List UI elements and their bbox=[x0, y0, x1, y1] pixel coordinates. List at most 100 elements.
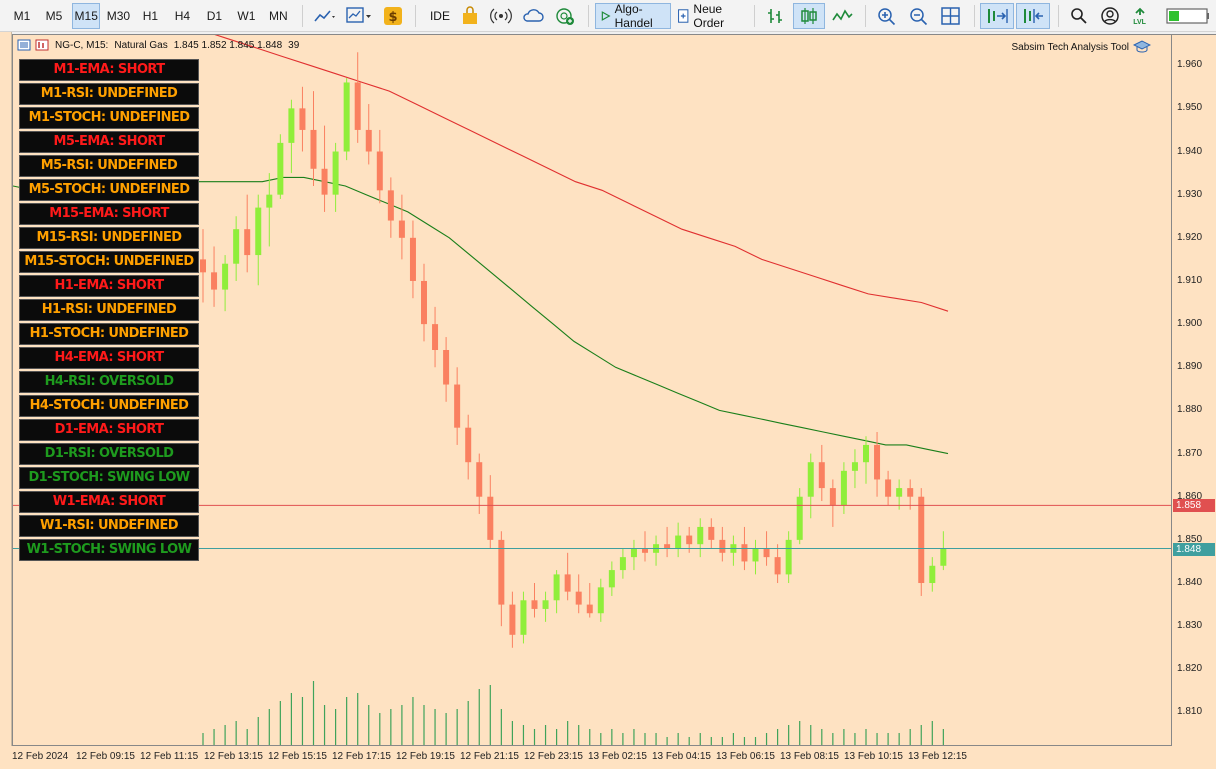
time-tick-label: 12 Feb 17:15 bbox=[332, 751, 391, 762]
zoom-in-button[interactable] bbox=[872, 3, 902, 29]
candle-body bbox=[531, 600, 538, 609]
autoscroll-button[interactable] bbox=[980, 2, 1015, 29]
time-tick-label: 12 Feb 09:15 bbox=[76, 751, 135, 762]
chart-shift-button[interactable] bbox=[1016, 2, 1051, 29]
toolbar-separator bbox=[973, 4, 975, 27]
price-tick-label: 1.840 bbox=[1177, 577, 1203, 589]
toolbar-separator bbox=[864, 4, 866, 27]
autoscroll-icon bbox=[988, 8, 1009, 23]
line-chart-button[interactable] bbox=[827, 3, 857, 29]
candle-body bbox=[642, 548, 648, 553]
candle-body bbox=[741, 544, 748, 562]
vps-button[interactable] bbox=[518, 3, 548, 29]
zoom-out-icon bbox=[909, 7, 927, 25]
account-button[interactable] bbox=[1095, 3, 1125, 29]
candle-body bbox=[520, 600, 527, 635]
algo-trading-button[interactable]: Algo-Handel bbox=[594, 1, 671, 30]
candle-body bbox=[443, 350, 450, 385]
signal-label: W1-STOCH: SWING LOW bbox=[19, 539, 199, 561]
candle-body bbox=[608, 570, 615, 588]
timeframe-h1[interactable]: H1 bbox=[136, 3, 164, 29]
candle-body bbox=[863, 444, 869, 463]
candlestick-button[interactable] bbox=[792, 2, 825, 29]
candle-body bbox=[398, 220, 405, 238]
signals-button[interactable] bbox=[486, 3, 516, 29]
time-tick-label: 12 Feb 2024 bbox=[12, 751, 69, 762]
algo-trading-label: Algo-Handel bbox=[614, 1, 653, 30]
chart-window[interactable]: NG-C, M15: Natural Gas 1.845 1.852 1.845… bbox=[12, 34, 1172, 746]
new-order-label: Neue Order bbox=[693, 1, 725, 30]
chart-symbol: NG-C, M15: bbox=[55, 39, 109, 51]
ide-label: IDE bbox=[429, 8, 450, 23]
price-tick-label: 1.930 bbox=[1177, 188, 1203, 200]
battery-icon bbox=[1166, 7, 1209, 24]
candle-body bbox=[686, 535, 693, 545]
search-button[interactable] bbox=[1065, 3, 1093, 29]
chart-description: Natural Gas bbox=[114, 39, 168, 51]
market-button[interactable] bbox=[456, 3, 484, 29]
signal-label: M5-STOCH: UNDEFINED bbox=[19, 179, 199, 201]
candle-body bbox=[343, 82, 350, 152]
candle-body bbox=[885, 479, 892, 497]
timeframe-w1[interactable]: W1 bbox=[232, 3, 260, 29]
timeframe-m15[interactable]: M15 bbox=[72, 2, 101, 29]
timeframe-d1[interactable]: D1 bbox=[200, 3, 228, 29]
chart-type-icon[interactable] bbox=[35, 39, 49, 51]
price-axis[interactable]: 1.960 1.950 1.940 1.930 1.920 1.910 1.900 1.890… bbox=[1172, 34, 1216, 746]
time-tick-label: 12 Feb 23:15 bbox=[524, 751, 583, 762]
zoom-out-button[interactable] bbox=[904, 3, 934, 29]
broadcast-icon bbox=[490, 8, 512, 23]
timeframe-mn[interactable]: MN bbox=[264, 3, 292, 29]
timeframe-m1[interactable]: M1 bbox=[8, 3, 36, 29]
ide-button[interactable]: IDE bbox=[422, 3, 454, 29]
graduation-cap-icon bbox=[1133, 40, 1151, 53]
time-tick-label: 12 Feb 15:15 bbox=[268, 751, 327, 762]
user-icon bbox=[1101, 6, 1119, 25]
chart-menu-icon[interactable] bbox=[17, 39, 31, 51]
time-tick-label: 13 Feb 12:15 bbox=[908, 751, 967, 762]
toolbar-separator bbox=[1058, 4, 1060, 27]
svg-text:$: $ bbox=[389, 10, 398, 25]
candle-body bbox=[376, 151, 383, 191]
indicators-button[interactable] bbox=[309, 3, 339, 29]
new-order-button[interactable]: Neue Order bbox=[673, 1, 746, 30]
grid-icon bbox=[940, 6, 960, 25]
price-tick-label: 1.830 bbox=[1177, 620, 1203, 632]
candle-body bbox=[299, 108, 306, 130]
price-tick-label: 1.890 bbox=[1177, 361, 1203, 373]
candle-body bbox=[630, 548, 637, 558]
market-watch-button[interactable] bbox=[550, 3, 580, 29]
signal-label: D1-STOCH: SWING LOW bbox=[19, 467, 199, 489]
chart-ohlc: 1.845 1.852 1.845 1.848 bbox=[173, 39, 283, 51]
timeframe-m30[interactable]: M30 bbox=[104, 3, 132, 29]
bar-chart-button[interactable] bbox=[761, 3, 791, 29]
templates-button[interactable] bbox=[341, 3, 377, 29]
depot-button[interactable]: $ bbox=[379, 3, 407, 29]
candle-body bbox=[409, 237, 416, 281]
price-tick-label: 1.820 bbox=[1177, 663, 1203, 675]
candle-body bbox=[664, 544, 671, 549]
shopping-bag-icon bbox=[462, 5, 477, 24]
candle-body bbox=[288, 108, 295, 143]
time-tick-label: 13 Feb 02:15 bbox=[588, 751, 647, 762]
candle-body bbox=[807, 462, 814, 497]
toolbar-separator bbox=[302, 4, 304, 27]
candle-body bbox=[266, 194, 273, 208]
price-tick-label: 1.940 bbox=[1177, 145, 1203, 157]
timeframe-h4[interactable]: H4 bbox=[168, 3, 196, 29]
candle-body bbox=[476, 462, 483, 497]
candle-body bbox=[829, 488, 836, 506]
time-tick-label: 13 Feb 04:15 bbox=[652, 751, 711, 762]
tile-windows-button[interactable] bbox=[936, 3, 966, 29]
price-tick-label: 1.870 bbox=[1177, 447, 1203, 459]
candle-body bbox=[697, 526, 704, 545]
price-tick-label: 1.920 bbox=[1177, 231, 1203, 243]
toolbar-separator bbox=[587, 4, 589, 27]
candle-body bbox=[752, 548, 759, 562]
candle-body bbox=[365, 129, 372, 152]
timeframe-m5[interactable]: M5 bbox=[40, 3, 68, 29]
time-tick-label: 12 Feb 21:15 bbox=[460, 751, 519, 762]
time-axis[interactable]: 12 Feb 2024 12 Feb 09:15 12 Feb 11:15 12 Fe… bbox=[0, 746, 1216, 769]
time-tick-label: 12 Feb 13:15 bbox=[204, 751, 263, 762]
line-chart-icon bbox=[314, 9, 336, 22]
